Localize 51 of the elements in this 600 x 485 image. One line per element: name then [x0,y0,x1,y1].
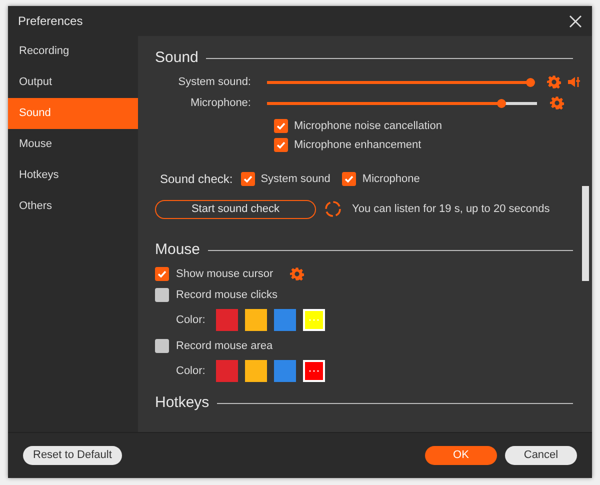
color-swatch[interactable] [274,360,296,382]
sidebar-item[interactable]: Mouse [8,129,138,160]
checkbox[interactable] [240,172,255,186]
window-title: Preferences [18,13,83,30]
close-icon[interactable] [569,14,582,28]
slider-label: Microphone: [189,96,252,111]
option-label: Record mouse clicks [176,288,278,303]
checkbox[interactable] [274,138,288,152]
color-swatch[interactable] [216,360,238,382]
sound-check-label: Sound check: [160,171,233,188]
checkbox[interactable] [155,288,169,302]
volume-slider[interactable] [267,97,537,109]
section-heading: Mouse [155,241,200,259]
section-heading: Sound [155,49,198,67]
hint-text: You can listen for 19 s, up to 20 seconds [352,202,550,217]
reset-button[interactable]: Reset to Default [23,446,122,465]
checkbox[interactable] [274,119,288,133]
color-swatch[interactable] [274,309,296,331]
option-label: Microphone [362,172,420,187]
color-label: Color: [176,364,206,379]
option-label: Microphone noise cancellation [294,118,442,134]
option-label: Record mouse area [176,338,273,354]
checkbox[interactable] [155,267,169,281]
option-label: Show mouse cursor [176,266,274,282]
section-heading: Hotkeys [155,394,210,412]
speaker-icon[interactable] [567,75,581,89]
option-label: System sound [260,172,330,187]
sidebar-item[interactable]: Recording [8,36,138,67]
scrollbar-thumb[interactable] [582,186,589,281]
checkbox[interactable] [155,339,169,353]
sidebar-item[interactable]: Output [8,67,138,98]
sidebar-item[interactable]: Others [8,191,138,222]
start-sound-check-button[interactable]: Start sound check [155,200,316,218]
settings-icon[interactable] [290,267,304,281]
color-label: Color: [176,312,206,328]
color-swatch[interactable] [245,360,267,382]
volume-slider[interactable] [267,76,534,88]
slider-thumb[interactable] [496,98,506,108]
refresh-icon [324,200,342,218]
settings-icon[interactable] [547,75,561,89]
slider-thumb[interactable] [526,78,536,86]
color-swatch[interactable] [303,360,325,382]
color-swatch[interactable] [216,309,238,331]
checkbox[interactable] [342,172,356,186]
option-label: Microphone enhancement [294,138,422,153]
sidebar-item[interactable]: Hotkeys [8,160,138,191]
color-swatch[interactable] [245,309,267,331]
settings-icon[interactable] [550,96,564,110]
color-swatch[interactable] [303,309,325,331]
slider-label: System sound: [177,74,252,90]
cancel-button[interactable]: Cancel [505,446,577,465]
